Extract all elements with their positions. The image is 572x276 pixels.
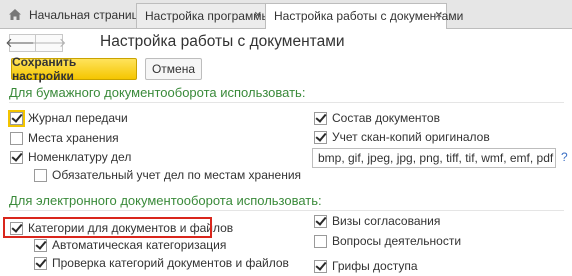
section-divider: [9, 210, 564, 211]
checkbox-label: Вопросы деятельности: [332, 234, 462, 248]
checkbox-scan-copies[interactable]: Учет скан-копий оригиналов: [314, 130, 490, 144]
checkbox-auto-categorization[interactable]: Автоматическая категоризация: [34, 238, 226, 252]
checkbox-approval-visas[interactable]: Визы согласования: [314, 214, 440, 228]
checkbox-mandatory-case-accounting[interactable]: Обязательный учет дел по местам хранения: [34, 168, 301, 182]
navigation-buttons: 🡐 🡒: [5, 34, 69, 54]
page-title: Настройка работы с документами: [100, 33, 345, 50]
checkbox-icon: [314, 130, 327, 144]
checkbox-label: Грифы доступа: [332, 259, 418, 273]
close-icon[interactable]: ×: [435, 8, 443, 21]
home-icon: [9, 9, 21, 20]
tab-home-label: Начальная страница: [29, 8, 146, 22]
section-divider: [9, 102, 564, 103]
checkbox-label: Автоматическая категоризация: [52, 238, 227, 252]
save-settings-button[interactable]: Сохранить настройки: [11, 55, 137, 83]
checkbox-label: Проверка категорий документов и файлов: [52, 256, 289, 270]
tab-program-settings-label: Настройка программы: [145, 9, 271, 23]
checkbox-label: Места хранения: [28, 131, 119, 145]
checkbox-label: Учет скан-копий оригиналов: [332, 130, 490, 144]
checkbox-access-labels[interactable]: Грифы доступа: [314, 259, 418, 273]
checkbox-storage-places[interactable]: Места хранения: [10, 131, 119, 145]
checkbox-document-composition[interactable]: Состав документов: [314, 111, 440, 125]
checkbox-icon: [10, 131, 23, 145]
checkbox-icon: [34, 168, 47, 182]
highlight-frame: [3, 217, 212, 238]
close-icon[interactable]: ×: [254, 8, 262, 21]
checkbox-icon: [314, 259, 327, 273]
checkbox-label: Журнал передачи: [28, 111, 128, 125]
tab-document-settings[interactable]: Настройка работы с документами ×: [265, 3, 463, 29]
checkbox-icon: [314, 234, 327, 248]
checkbox-transfer-journal[interactable]: Журнал передачи: [8, 109, 128, 127]
checkbox-icon: [314, 214, 327, 228]
tab-home[interactable]: Начальная страница: [0, 3, 145, 27]
forward-button[interactable]: 🡒: [32, 34, 66, 52]
checkbox-icon: [34, 256, 47, 270]
arrow-right-icon: 🡒: [31, 35, 67, 50]
checkbox-icon: [34, 238, 47, 252]
checkbox-label: Состав документов: [332, 111, 440, 125]
checkbox-category-check[interactable]: Проверка категорий документов и файлов: [34, 256, 289, 270]
paper-section-heading: Для бумажного документооборота использов…: [9, 85, 306, 100]
cancel-button[interactable]: Отмена: [145, 58, 202, 80]
checkbox-label: Номенклатуру дел: [28, 150, 132, 164]
checkbox-icon: [8, 109, 25, 127]
file-formats-input[interactable]: bmp, gif, jpeg, jpg, png, tiff, tif, wmf…: [312, 148, 556, 168]
checkbox-icon: [10, 150, 23, 164]
tab-bar: Начальная страница Настройка программы ×…: [0, 0, 572, 29]
checkbox-label: Обязательный учет дел по местам хранения: [52, 168, 302, 182]
tab-program-settings[interactable]: Настройка программы ×: [136, 3, 270, 28]
help-link[interactable]: ?: [561, 150, 568, 164]
checkbox-activity-questions[interactable]: Вопросы деятельности: [314, 234, 461, 248]
checkbox-label: Визы согласования: [332, 214, 441, 228]
checkbox-icon: [314, 111, 327, 125]
electronic-section-heading: Для электронного документооборота исполь…: [9, 193, 322, 208]
checkbox-case-nomenclature[interactable]: Номенклатуру дел: [10, 150, 131, 164]
